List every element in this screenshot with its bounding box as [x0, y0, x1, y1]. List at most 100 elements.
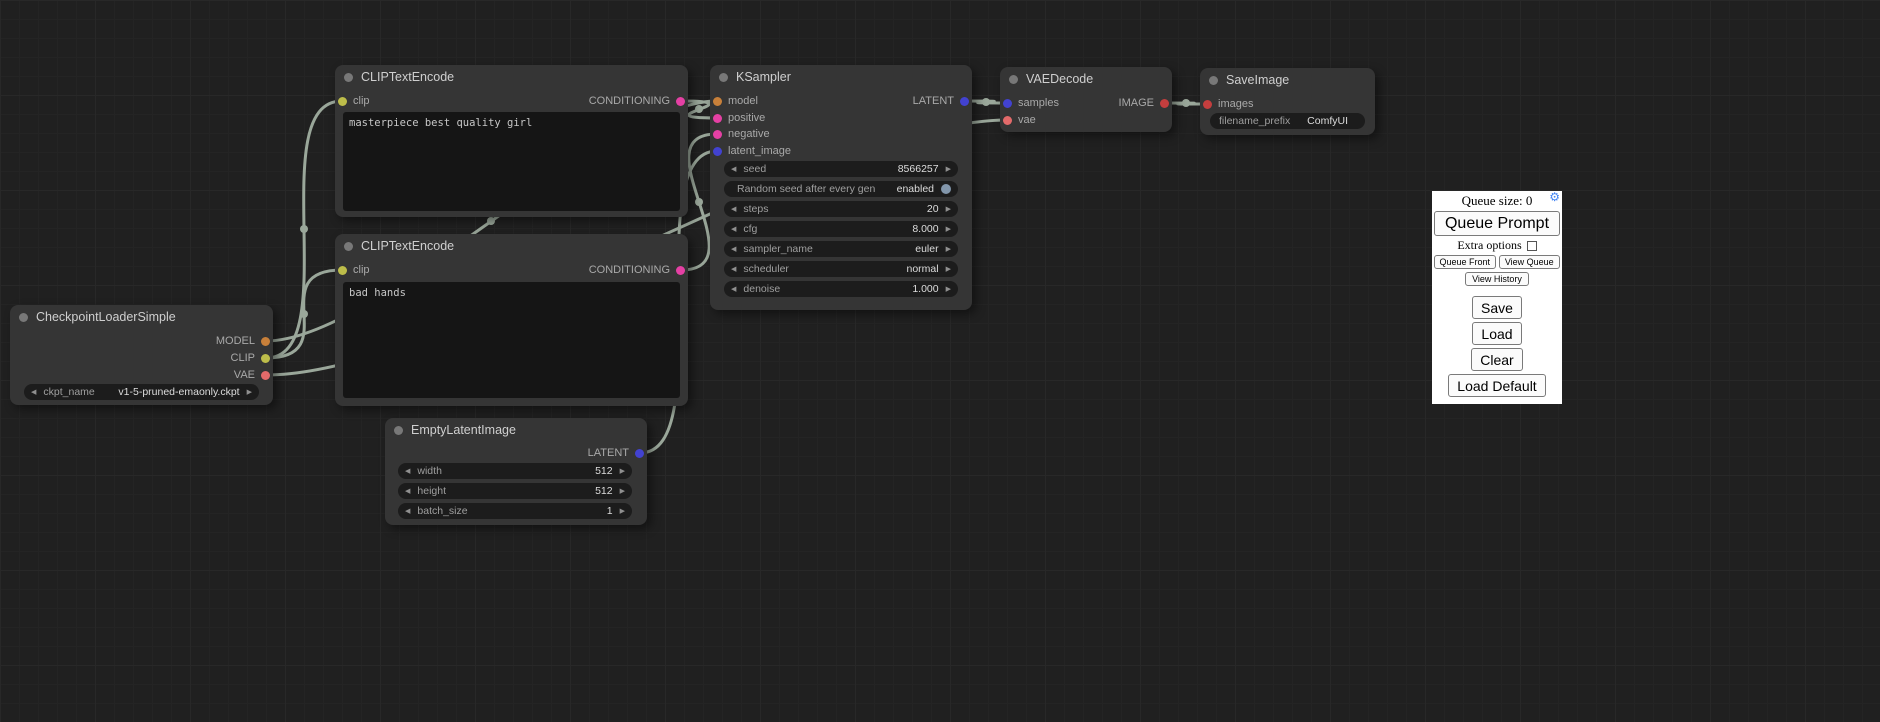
increment-arrow-icon[interactable]: ▶	[946, 286, 951, 293]
vae-output-dot[interactable]	[261, 371, 270, 380]
conditioning-output-dot[interactable]	[676, 97, 685, 106]
clear-button[interactable]: Clear	[1471, 348, 1522, 371]
next-value-arrow-icon[interactable]: ▶	[247, 389, 252, 396]
input-slot-vae: vae	[1003, 113, 1036, 127]
decrement-arrow-icon[interactable]: ◀	[731, 206, 736, 213]
cfg-widget[interactable]: ◀ cfg 8.000 ▶	[724, 221, 958, 237]
prev-value-arrow-icon[interactable]: ◀	[31, 389, 36, 396]
denoise-widget[interactable]: ◀ denoise 1.000 ▶	[724, 281, 958, 297]
increment-arrow-icon[interactable]: ▶	[946, 166, 951, 173]
queue-prompt-button[interactable]: Queue Prompt	[1434, 211, 1560, 236]
widget-value: 1	[607, 505, 613, 517]
queue-front-button[interactable]: Queue Front	[1434, 255, 1496, 269]
decrement-arrow-icon[interactable]: ◀	[731, 166, 736, 173]
decrement-arrow-icon[interactable]: ◀	[405, 508, 410, 515]
input-slot-latent-image: latent_image	[713, 144, 791, 158]
steps-widget[interactable]: ◀ steps 20 ▶	[724, 201, 958, 217]
next-value-arrow-icon[interactable]: ▶	[946, 266, 951, 273]
prev-value-arrow-icon[interactable]: ◀	[731, 266, 736, 273]
output-slot-vae: VAE	[234, 368, 270, 382]
widget-label: steps	[743, 203, 768, 215]
latent-output-dot[interactable]	[960, 97, 969, 106]
latent-image-input-dot[interactable]	[713, 147, 722, 156]
decrement-arrow-icon[interactable]: ◀	[405, 488, 410, 495]
node-collapse-dot[interactable]	[394, 426, 403, 435]
decrement-arrow-icon[interactable]: ◀	[731, 226, 736, 233]
node-collapse-dot[interactable]	[719, 73, 728, 82]
increment-arrow-icon[interactable]: ▶	[620, 508, 625, 515]
input-label-model: model	[728, 95, 758, 107]
widget-value: 512	[595, 485, 613, 497]
view-history-button[interactable]: View History	[1465, 272, 1529, 286]
random-seed-toggle[interactable]: Random seed after every gen enabled	[724, 181, 958, 197]
increment-arrow-icon[interactable]: ▶	[620, 488, 625, 495]
queue-size-label: Queue size: 0	[1462, 194, 1533, 208]
node-collapse-dot[interactable]	[19, 313, 28, 322]
node-title-bar: EmptyLatentImage	[385, 418, 647, 442]
scheduler-widget[interactable]: ◀ scheduler normal ▶	[724, 261, 958, 277]
view-queue-button[interactable]: View Queue	[1499, 255, 1561, 269]
height-widget[interactable]: ◀ height 512 ▶	[398, 483, 632, 499]
extra-options-checkbox[interactable]	[1527, 241, 1537, 251]
sampler-name-widget[interactable]: ◀ sampler_name euler ▶	[724, 241, 958, 257]
negative-input-dot[interactable]	[713, 130, 722, 139]
node-checkpoint-loader-simple[interactable]: CheckpointLoaderSimple MODEL CLIP VAE ◀ …	[10, 305, 273, 405]
decrement-arrow-icon[interactable]: ◀	[405, 468, 410, 475]
vae-input-dot[interactable]	[1003, 116, 1012, 125]
input-label-clip: clip	[353, 264, 370, 276]
output-label-conditioning: CONDITIONING	[589, 264, 670, 276]
images-input-dot[interactable]	[1203, 100, 1212, 109]
positive-prompt-textarea[interactable]: masterpiece best quality girl	[343, 112, 680, 211]
widget-label: ckpt_name	[43, 386, 94, 398]
node-save-image[interactable]: SaveImage images filename_prefix ComfyUI	[1200, 68, 1375, 135]
node-vae-decode[interactable]: VAEDecode samples vae IMAGE	[1000, 67, 1172, 132]
seed-widget[interactable]: ◀ seed 8566257 ▶	[724, 161, 958, 177]
clip-output-dot[interactable]	[261, 354, 270, 363]
save-button[interactable]: Save	[1472, 296, 1522, 319]
node-clip-text-encode-positive[interactable]: CLIPTextEncode clip CONDITIONING masterp…	[335, 65, 688, 217]
node-title-bar: KSampler	[710, 65, 972, 89]
output-slot-conditioning: CONDITIONING	[589, 94, 685, 108]
load-button[interactable]: Load	[1472, 322, 1521, 345]
node-ksampler[interactable]: KSampler model positive negative latent_…	[710, 65, 972, 310]
load-default-button[interactable]: Load Default	[1448, 374, 1545, 397]
conditioning-output-dot[interactable]	[676, 266, 685, 275]
clip-input-dot[interactable]	[338, 97, 347, 106]
filename-prefix-widget[interactable]: filename_prefix ComfyUI	[1210, 113, 1365, 129]
settings-gear-icon[interactable]: ⚙	[1549, 191, 1560, 203]
ckpt-name-widget[interactable]: ◀ ckpt_name v1-5-pruned-emaonly.ckpt ▶	[24, 384, 259, 400]
negative-prompt-textarea[interactable]: bad hands	[343, 282, 680, 398]
image-output-dot[interactable]	[1160, 99, 1169, 108]
samples-input-dot[interactable]	[1003, 99, 1012, 108]
decrement-arrow-icon[interactable]: ◀	[731, 286, 736, 293]
increment-arrow-icon[interactable]: ▶	[946, 226, 951, 233]
latent-output-dot[interactable]	[635, 449, 644, 458]
increment-arrow-icon[interactable]: ▶	[946, 206, 951, 213]
node-graph-canvas[interactable]: CheckpointLoaderSimple MODEL CLIP VAE ◀ …	[0, 0, 1880, 722]
next-value-arrow-icon[interactable]: ▶	[946, 246, 951, 253]
node-title: CLIPTextEncode	[361, 239, 454, 253]
output-label-vae: VAE	[234, 369, 255, 381]
node-collapse-dot[interactable]	[344, 242, 353, 251]
model-output-dot[interactable]	[261, 337, 270, 346]
widget-label: height	[417, 485, 446, 497]
widget-value: normal	[907, 263, 939, 275]
node-empty-latent-image[interactable]: EmptyLatentImage LATENT ◀ width 512 ▶ ◀ …	[385, 418, 647, 525]
node-collapse-dot[interactable]	[1009, 75, 1018, 84]
widget-label: Random seed after every gen	[737, 183, 875, 195]
positive-input-dot[interactable]	[713, 114, 722, 123]
prev-value-arrow-icon[interactable]: ◀	[731, 246, 736, 253]
increment-arrow-icon[interactable]: ▶	[620, 468, 625, 475]
input-label-clip: clip	[353, 95, 370, 107]
input-slot-images: images	[1203, 97, 1253, 111]
clip-input-dot[interactable]	[338, 266, 347, 275]
model-input-dot[interactable]	[713, 97, 722, 106]
node-collapse-dot[interactable]	[1209, 76, 1218, 85]
toggle-indicator-icon[interactable]	[941, 184, 951, 194]
node-title: CLIPTextEncode	[361, 70, 454, 84]
output-label-conditioning: CONDITIONING	[589, 95, 670, 107]
batch-size-widget[interactable]: ◀ batch_size 1 ▶	[398, 503, 632, 519]
node-clip-text-encode-negative[interactable]: CLIPTextEncode clip CONDITIONING bad han…	[335, 234, 688, 406]
width-widget[interactable]: ◀ width 512 ▶	[398, 463, 632, 479]
node-collapse-dot[interactable]	[344, 73, 353, 82]
